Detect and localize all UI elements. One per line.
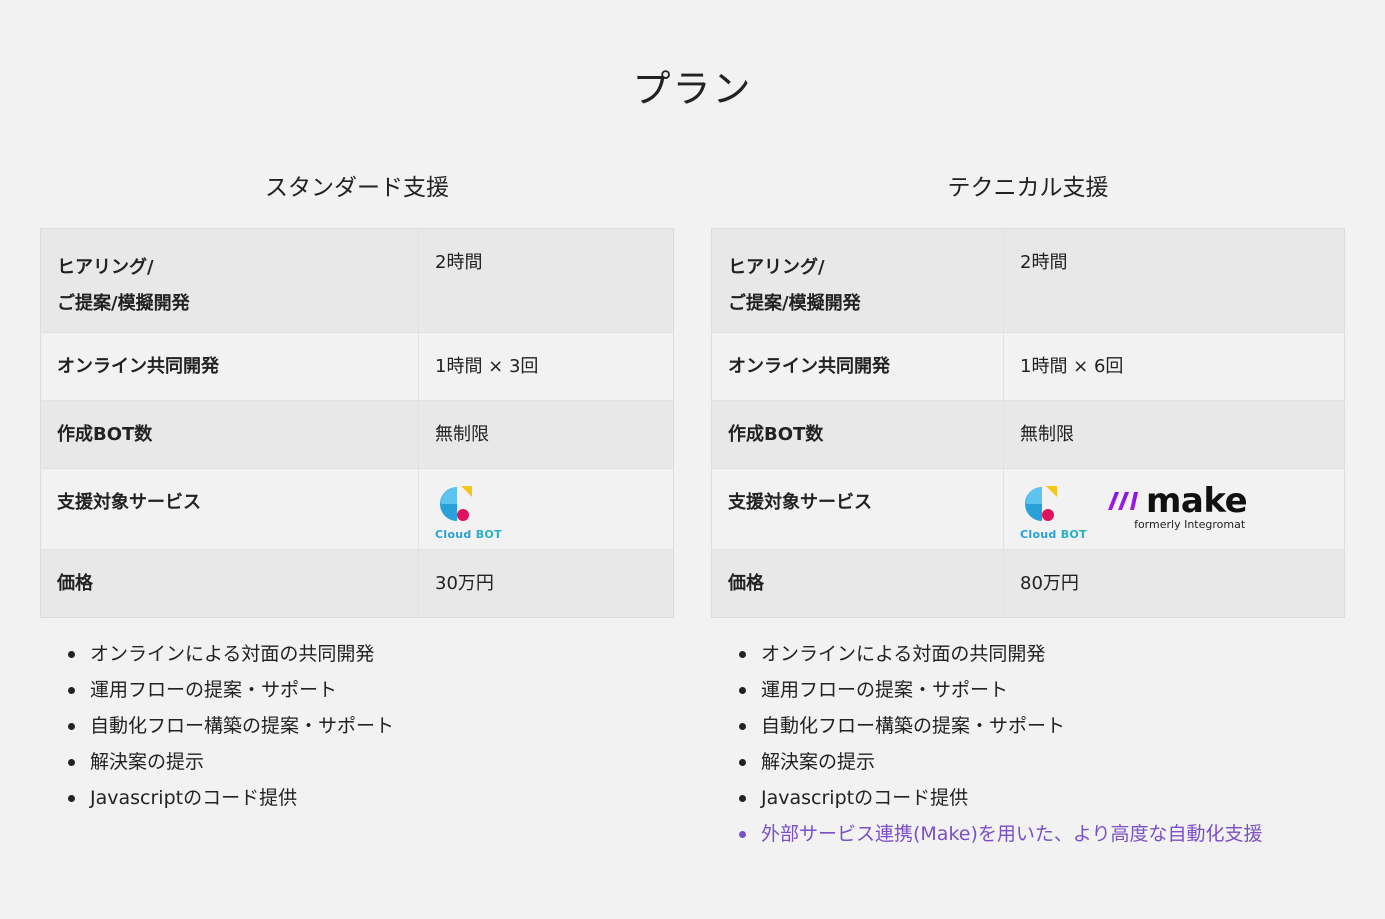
row-label-online: オンライン共同開発: [40, 332, 419, 401]
plan-title-technical: テクニカル支援: [947, 175, 1109, 201]
cloudbot-mark-icon: [440, 486, 472, 521]
label-line: ヒアリング/: [57, 257, 154, 278]
cloudbot-logo: Cloud BOT: [435, 483, 502, 541]
list-item: 運用フローの提案・サポート: [739, 672, 1263, 708]
label-line: ご提案/模擬開発: [57, 293, 190, 314]
row-value-price: 80万円: [1003, 549, 1345, 618]
list-item: 解決案の提示: [67, 744, 394, 780]
plan-title-standard: スタンダード支援: [265, 175, 449, 201]
table-row: オンライン共同開発 1時間 × 3回: [40, 332, 674, 401]
row-label-price: 価格: [711, 549, 1004, 618]
cloudbot-word: Cloud: [1020, 528, 1057, 541]
feature-list-standard: オンラインによる対面の共同開発 運用フローの提案・サポート 自動化フロー構築の提…: [58, 636, 394, 816]
table-row: 価格 30万円: [40, 549, 674, 618]
page-title: プラン: [632, 67, 753, 111]
plans-page: プラン スタンダード支援 ヒアリング/ ご提案/模擬開発 2時間 オンライン共同…: [0, 0, 1385, 919]
make-word: make: [1146, 481, 1248, 521]
list-item: 自動化フロー構築の提案・サポート: [67, 708, 394, 744]
cloudbot-mark-icon: [1025, 486, 1057, 521]
list-item: オンラインによる対面の共同開発: [739, 636, 1263, 672]
table-row: ヒアリング/ ご提案/模擬開発 2時間: [40, 228, 674, 333]
row-label-online: オンライン共同開発: [711, 332, 1004, 401]
make-mark-icon: [1108, 492, 1138, 510]
plan-table-technical: ヒアリング/ ご提案/模擬開発 2時間 オンライン共同開発 1時間 × 6回 作…: [711, 228, 1345, 618]
row-value-service: Cloud BOT: [418, 468, 674, 550]
row-value-service: Cloud BOT: [1003, 468, 1345, 550]
table-row: 価格 80万円: [711, 549, 1345, 618]
table-row: 支援対象サービス Cloud BOT: [40, 468, 674, 550]
table-row: オンライン共同開発 1時間 × 6回: [711, 332, 1345, 401]
row-value-price: 30万円: [418, 549, 674, 618]
list-item: 運用フローの提案・サポート: [67, 672, 394, 708]
table-row: 支援対象サービス Cloud BOT: [711, 468, 1345, 550]
cloudbot-logo: Cloud BOT: [1020, 483, 1087, 541]
row-value-bot-count: 無制限: [418, 400, 674, 469]
table-row: 作成BOT数 無制限: [40, 400, 674, 469]
cloudbot-word: Cloud: [435, 528, 472, 541]
feature-list-technical: オンラインによる対面の共同開発 運用フローの提案・サポート 自動化フロー構築の提…: [729, 636, 1263, 852]
row-label-hearing: ヒアリング/ ご提案/模擬開発: [40, 228, 419, 333]
make-logo: make formerly Integromat: [1106, 481, 1248, 531]
list-item: オンラインによる対面の共同開発: [67, 636, 394, 672]
row-value-hearing: 2時間: [418, 228, 674, 333]
table-row: 作成BOT数 無制限: [711, 400, 1345, 469]
row-value-hearing: 2時間: [1003, 228, 1345, 333]
row-value-bot-count: 無制限: [1003, 400, 1345, 469]
row-label-service: 支援対象サービス: [711, 468, 1004, 550]
label-line: ご提案/模擬開発: [728, 293, 861, 314]
row-value-online: 1時間 × 6回: [1003, 332, 1345, 401]
plan-table-standard: ヒアリング/ ご提案/模擬開発 2時間 オンライン共同開発 1時間 × 3回 作…: [40, 228, 674, 618]
row-label-hearing: ヒアリング/ ご提案/模擬開発: [711, 228, 1004, 333]
row-label-service: 支援対象サービス: [40, 468, 419, 550]
list-item: 自動化フロー構築の提案・サポート: [739, 708, 1263, 744]
cloudbot-word: BOT: [1060, 528, 1087, 541]
list-item: Javascriptのコード提供: [739, 780, 1263, 816]
list-item-highlight: 外部サービス連携(Make)を用いた、より高度な自動化支援: [739, 816, 1263, 852]
make-subtitle: formerly Integromat: [1134, 518, 1246, 531]
row-label-bot-count: 作成BOT数: [711, 400, 1004, 469]
label-line: ヒアリング/: [728, 257, 825, 278]
row-label-bot-count: 作成BOT数: [40, 400, 419, 469]
list-item: Javascriptのコード提供: [67, 780, 394, 816]
table-row: ヒアリング/ ご提案/模擬開発 2時間: [711, 228, 1345, 333]
row-label-price: 価格: [40, 549, 419, 618]
cloudbot-word: BOT: [475, 528, 502, 541]
row-value-online: 1時間 × 3回: [418, 332, 674, 401]
list-item: 解決案の提示: [739, 744, 1263, 780]
